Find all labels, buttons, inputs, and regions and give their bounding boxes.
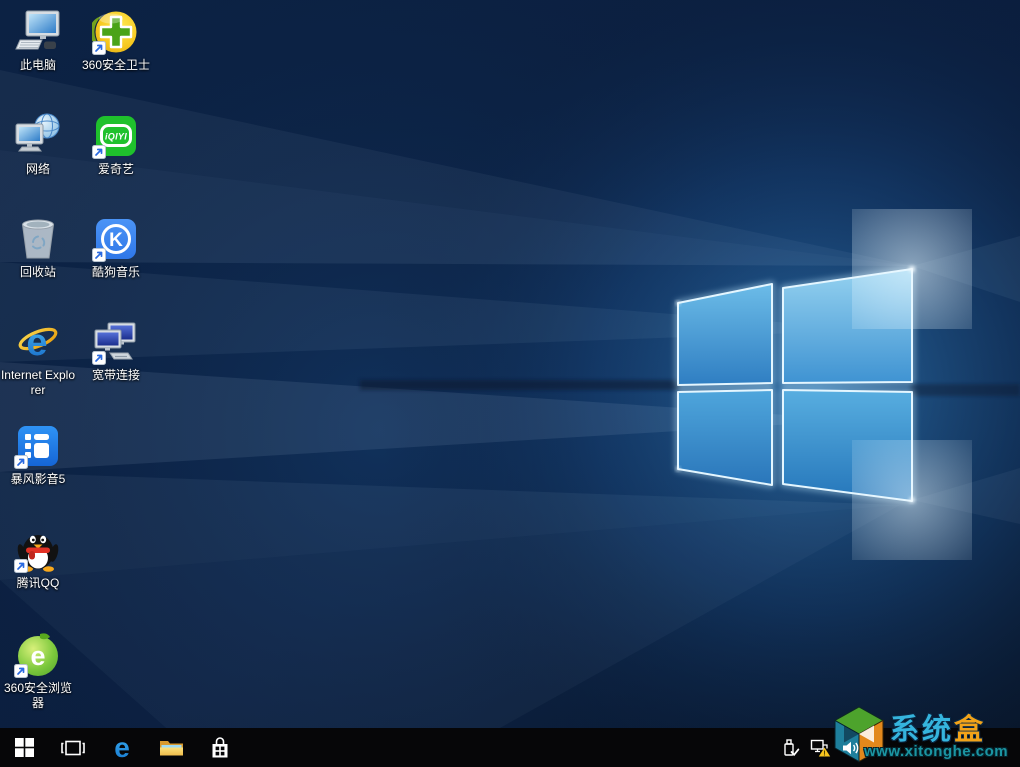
store-taskbar-button[interactable] bbox=[196, 728, 244, 767]
baofeng-player-icon bbox=[14, 422, 62, 470]
windows-logo-icon bbox=[14, 738, 34, 757]
file-explorer-taskbar-button[interactable] bbox=[147, 728, 195, 767]
shortcut-arrow-icon bbox=[92, 351, 106, 365]
desktop-icon-network[interactable]: 网络 bbox=[0, 112, 76, 177]
desktop-icon-label: 此电脑 bbox=[19, 58, 56, 72]
broadband-connection-icon bbox=[92, 318, 140, 366]
360-safety-guard-icon bbox=[92, 8, 140, 56]
desktop-icon-kugou-music[interactable]: K 酷狗音乐 bbox=[78, 215, 154, 280]
svg-text:K: K bbox=[109, 230, 123, 251]
file-explorer-folder-icon bbox=[159, 740, 183, 755]
volume-button[interactable] bbox=[838, 728, 864, 767]
svg-text:e: e bbox=[26, 322, 47, 364]
desktop-icon-iqiyi[interactable]: iQIYI 爱奇艺 bbox=[78, 112, 154, 177]
desktop-icon-360-browser[interactable]: e 360安全浏览器 bbox=[0, 631, 76, 711]
usb-safely-remove-button[interactable] bbox=[778, 728, 804, 767]
edge-taskbar-button[interactable]: e bbox=[98, 728, 146, 767]
desktop-icon-baofeng-player[interactable]: 暴风影音5 bbox=[0, 422, 76, 487]
svg-text:!: ! bbox=[823, 748, 826, 757]
taskbar: e bbox=[0, 728, 1020, 767]
network-status-button[interactable]: ! bbox=[808, 728, 834, 767]
qq-penguin-icon bbox=[14, 526, 62, 574]
this-pc-icon bbox=[14, 8, 62, 56]
desktop-icon-internet-explorer[interactable]: e Internet Explorer bbox=[0, 318, 76, 398]
system-tray: ! bbox=[778, 728, 864, 767]
desktop-icon-label: 360安全卫士 bbox=[81, 58, 151, 72]
desktop-icon-broadband-connection[interactable]: 宽带连接 bbox=[78, 318, 154, 383]
desktop: 此电脑 网络 回收站 e Internet Explorer 暴风影音5 腾讯Q… bbox=[0, 0, 1020, 767]
desktop-icon-label: 网络 bbox=[25, 162, 50, 176]
desktop-icon-label: 暴风影音5 bbox=[10, 472, 66, 486]
desktop-icon-recycle-bin[interactable]: 回收站 bbox=[0, 215, 76, 280]
recycle-bin-icon bbox=[14, 215, 62, 263]
desktop-icon-label: 酷狗音乐 bbox=[91, 265, 140, 279]
shortcut-arrow-icon bbox=[92, 248, 106, 262]
kugou-music-icon: K bbox=[92, 215, 140, 263]
desktop-icon-label: 爱奇艺 bbox=[97, 162, 134, 176]
speaker-icon bbox=[843, 741, 859, 754]
desktop-icon-label: 宽带连接 bbox=[91, 368, 140, 382]
desktop-icon-label: 腾讯QQ bbox=[16, 576, 60, 590]
desktop-icon-this-pc[interactable]: 此电脑 bbox=[0, 8, 76, 73]
desktop-icon-360-safety-guard[interactable]: 360安全卫士 bbox=[78, 8, 154, 73]
internet-explorer-icon: e bbox=[14, 318, 62, 366]
task-view-icon bbox=[61, 740, 85, 755]
network-warning-icon: ! bbox=[810, 739, 831, 757]
start-button[interactable] bbox=[0, 728, 48, 767]
task-view-button[interactable] bbox=[49, 728, 97, 767]
shortcut-arrow-icon bbox=[14, 559, 28, 573]
svg-text:iQIYI: iQIYI bbox=[105, 132, 127, 142]
svg-text:e: e bbox=[30, 641, 45, 671]
svg-text:e: e bbox=[114, 734, 130, 762]
taskbar-left-buttons: e bbox=[0, 728, 244, 767]
usb-device-icon bbox=[784, 738, 800, 756]
shortcut-arrow-icon bbox=[14, 664, 28, 678]
desktop-icon-label: 回收站 bbox=[19, 265, 56, 279]
shortcut-arrow-icon bbox=[14, 455, 28, 469]
desktop-icon-tencent-qq[interactable]: 腾讯QQ bbox=[0, 526, 76, 591]
shortcut-arrow-icon bbox=[92, 41, 106, 55]
360-browser-icon: e bbox=[14, 631, 62, 679]
iqiyi-icon: iQIYI bbox=[92, 112, 140, 160]
desktop-icon-label: 360安全浏览器 bbox=[3, 681, 73, 710]
store-bag-icon bbox=[212, 737, 228, 758]
shortcut-arrow-icon bbox=[92, 145, 106, 159]
edge-icon: e bbox=[114, 734, 130, 762]
network-icon bbox=[14, 112, 62, 160]
desktop-icon-label: Internet Explorer bbox=[0, 368, 76, 397]
